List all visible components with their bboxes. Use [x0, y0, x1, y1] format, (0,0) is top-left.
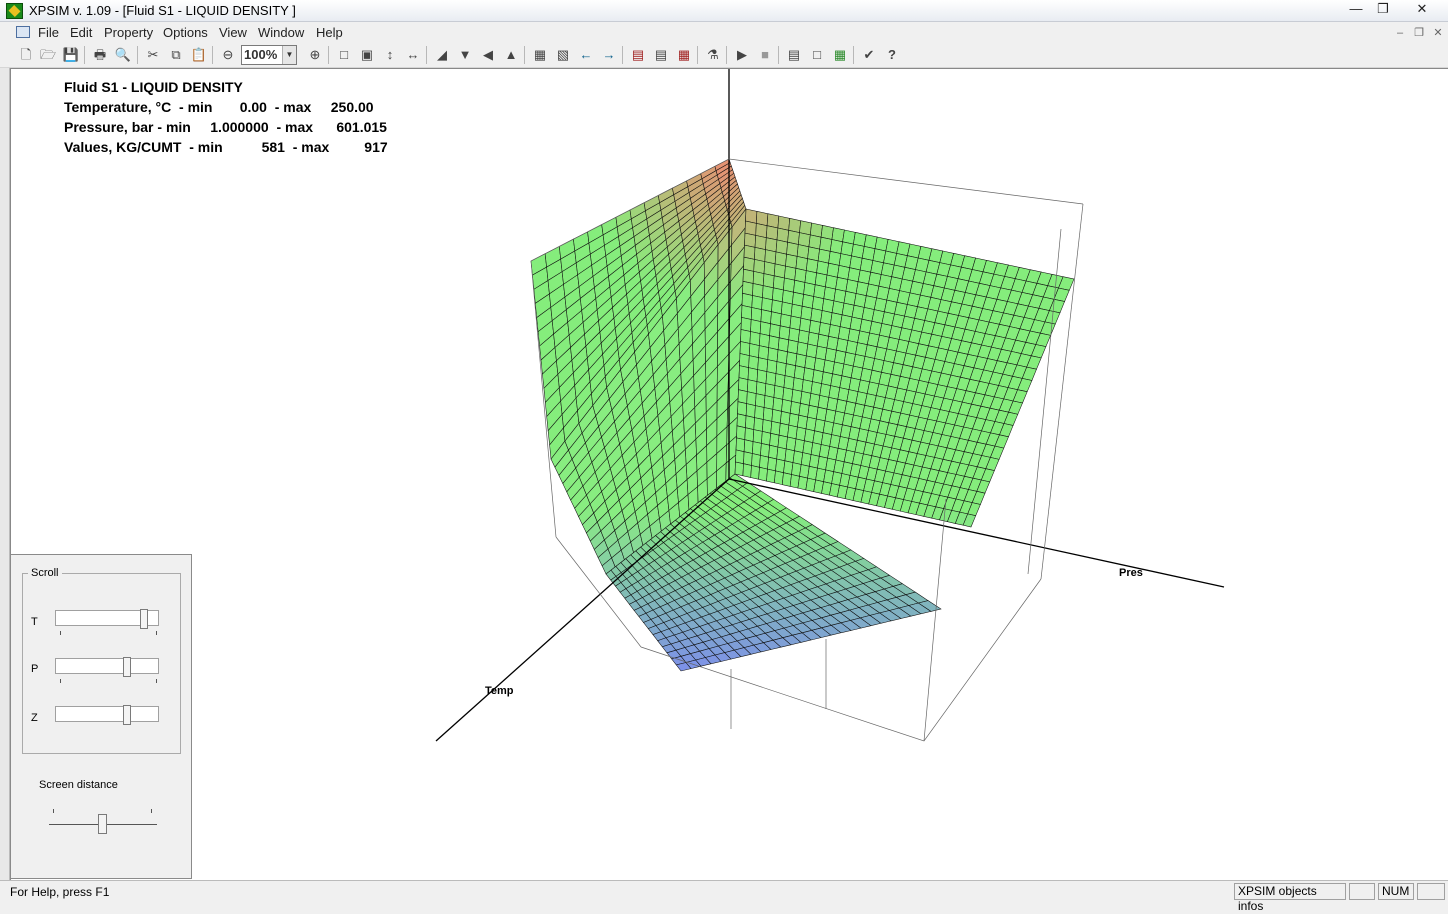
copy-icon[interactable]: ⧉ [166, 45, 186, 65]
tree-collapse-icon[interactable]: ▧ [553, 45, 573, 65]
scroll-group-title: Scroll [28, 567, 62, 579]
menu-view[interactable]: View [219, 25, 247, 40]
about-icon[interactable]: ✔ [859, 45, 879, 65]
tree-icon[interactable]: ▦ [530, 45, 550, 65]
status-num: NUM [1378, 883, 1414, 900]
menu-options[interactable]: Options [163, 25, 208, 40]
toolbar-separator [328, 46, 329, 64]
fit-horizontal-icon[interactable]: ↔ [403, 45, 423, 65]
mdi-close-icon[interactable]: ✕ [1429, 25, 1447, 41]
zoom-select[interactable]: 100% ▼ [241, 45, 297, 65]
zoom-out-icon[interactable]: ⊖ [218, 45, 238, 65]
toolbar-separator [853, 46, 854, 64]
new-file-icon[interactable]: 🗋 [16, 45, 36, 65]
toolbar-separator [137, 46, 138, 64]
play-icon[interactable]: ▶ [732, 45, 752, 65]
page-icon[interactable]: □ [807, 45, 827, 65]
slider-tick [151, 809, 152, 813]
windows-icon[interactable]: ▦ [830, 45, 850, 65]
close-icon[interactable]: ✕ [1410, 0, 1434, 18]
menu-bar: File Edit Property Options View Window H… [0, 22, 1448, 42]
toolbar-separator [212, 46, 213, 64]
slider-tick [156, 679, 157, 683]
stop-icon[interactable]: ■ [755, 45, 775, 65]
rotate-back-icon[interactable]: ◀ [478, 45, 498, 65]
fit-vertical-icon[interactable]: ↕ [380, 45, 400, 65]
status-pane-empty [1417, 883, 1445, 900]
rotate-left-icon[interactable]: ◢ [432, 45, 452, 65]
chart-icon[interactable]: ▤ [784, 45, 804, 65]
slider-z-label: Z [31, 712, 38, 724]
mdi-minimize-icon[interactable]: – [1391, 25, 1409, 41]
surface-plot[interactable]: Pres Temp [11, 69, 1448, 881]
slider-tick [60, 631, 61, 635]
axis-label-pres: Pres [1119, 567, 1143, 579]
toolbar-separator [426, 46, 427, 64]
scroll-panel: Scroll T P Z Screen distance [10, 554, 192, 879]
save-icon[interactable]: 💾 [61, 45, 81, 65]
slider-p-label: P [31, 663, 39, 675]
slider-z-thumb[interactable] [123, 705, 131, 725]
slider-z[interactable] [55, 705, 159, 725]
zoom-in-icon[interactable]: ⊕ [305, 45, 325, 65]
menu-property[interactable]: Property [104, 25, 153, 40]
menu-help[interactable]: Help [316, 25, 343, 40]
calendar-icon[interactable]: ▦ [674, 45, 694, 65]
slider-p-thumb[interactable] [123, 657, 131, 677]
minimize-icon[interactable]: — [1344, 0, 1368, 18]
print-icon[interactable]: 🖶 [90, 45, 110, 65]
pfd-icon[interactable]: ▤ [628, 45, 648, 65]
toolbar: 🗋 🗁 💾 🖶 🔍 ✂ ⧉ 📋 ⊖ 100% ▼ ⊕ □ ▣ ↕ ↔ ◢ ▼ ◀ … [0, 42, 1448, 68]
status-bar: For Help, press F1 XPSIM objects infos N… [0, 880, 1448, 913]
print-preview-icon[interactable]: 🔍 [113, 45, 133, 65]
document-icon[interactable] [16, 26, 30, 38]
zoom-value: 100% [244, 47, 278, 62]
status-objects-info: XPSIM objects infos [1234, 883, 1346, 913]
toolbar-separator [622, 46, 623, 64]
menu-edit[interactable]: Edit [70, 25, 92, 40]
plot-canvas[interactable]: Fluid S1 - LIQUID DENSITY Temperature, °… [10, 68, 1448, 880]
zoom-window-icon[interactable]: □ [334, 45, 354, 65]
menu-file[interactable]: File [38, 25, 59, 40]
toolbar-separator [84, 46, 85, 64]
mdi-restore-icon[interactable]: ❐ [1410, 25, 1428, 41]
rotate-down-icon[interactable]: ▼ [455, 45, 475, 65]
paste-icon[interactable]: 📋 [189, 45, 209, 65]
help-icon[interactable]: ? [882, 45, 902, 65]
slider-p[interactable] [55, 657, 159, 677]
toolbar-separator [726, 46, 727, 64]
arrow-right-icon[interactable]: → [599, 45, 619, 65]
menu-window[interactable]: Window [258, 25, 304, 40]
screen-distance-thumb[interactable] [98, 814, 107, 834]
open-folder-icon[interactable]: 🗁 [38, 45, 58, 65]
mirror-icon[interactable]: ▲ [501, 45, 521, 65]
slider-tick [60, 679, 61, 683]
slider-tick [156, 631, 157, 635]
toolbar-separator [697, 46, 698, 64]
zoom-fit-icon[interactable]: ▣ [357, 45, 377, 65]
slider-t[interactable] [55, 609, 159, 629]
chevron-down-icon[interactable]: ▼ [282, 46, 296, 64]
axis-label-temp: Temp [485, 685, 514, 697]
toolbar-separator [524, 46, 525, 64]
restore-icon[interactable]: ❐ [1371, 0, 1395, 18]
flask-icon[interactable]: ⚗ [703, 45, 723, 65]
screen-distance-label: Screen distance [39, 779, 118, 791]
app-icon [6, 3, 23, 19]
title-bar: XPSIM v. 1.09 - [Fluid S1 - LIQUID DENSI… [0, 0, 1448, 22]
density-surface [530, 158, 1075, 672]
toolbar-separator [778, 46, 779, 64]
cut-icon[interactable]: ✂ [143, 45, 163, 65]
status-pane-empty [1349, 883, 1375, 900]
slider-tick [53, 809, 54, 813]
left-scroll-strip [0, 68, 10, 880]
slider-t-label: T [31, 616, 38, 628]
report-icon[interactable]: ▤ [651, 45, 671, 65]
status-help-text: For Help, press F1 [10, 885, 110, 899]
window-title: XPSIM v. 1.09 - [Fluid S1 - LIQUID DENSI… [29, 3, 296, 18]
slider-t-thumb[interactable] [140, 609, 148, 629]
arrow-left-icon[interactable]: ← [576, 45, 596, 65]
